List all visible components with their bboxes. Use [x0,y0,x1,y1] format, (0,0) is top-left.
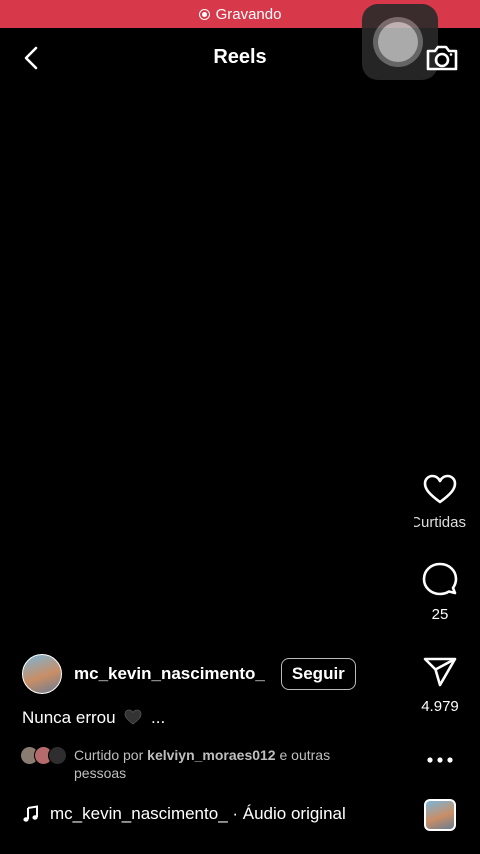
comments-count: 25 [431,606,449,623]
recording-label: Gravando [215,5,282,23]
liked-prefix: Curtido por [74,747,144,763]
liked-user[interactable]: kelviyn_moraes012 [147,747,275,763]
share-action[interactable]: 4.979 [400,656,480,715]
like-action[interactable]: Curtidas [400,474,480,531]
camera-icon[interactable] [424,42,460,74]
page-title: Reels [213,46,267,68]
more-options[interactable] [400,756,480,764]
more-icon[interactable] [425,756,455,764]
heart-icon[interactable] [423,474,457,504]
audio-thumbnail[interactable] [424,799,456,831]
liked-by-text: Curtido por kelviyn_moraes012 e outras p… [74,746,384,782]
comment-icon[interactable] [422,562,458,596]
audio-info[interactable]: mc_kevin_nascimento_ · Áudio original [22,804,346,824]
liked-avatars [20,746,74,765]
shares-count: 4.979 [421,698,459,715]
share-icon[interactable] [423,656,457,688]
post-author: mc_kevin_nascimento_ Seguir [22,654,356,694]
record-icon [198,8,210,20]
author-username[interactable]: mc_kevin_nascimento_ [74,664,265,684]
likes-label: Curtidas [414,514,466,531]
post-caption[interactable]: Nunca errou ... [22,708,165,728]
black-heart-icon [124,709,142,725]
caption-text: Nunca errou [22,708,116,727]
audio-label: mc_kevin_nascimento_ · Áudio original [50,804,346,823]
music-note-icon [23,805,38,822]
caption-more[interactable]: ... [151,708,165,727]
avatar[interactable] [22,654,62,694]
avatar [48,746,67,765]
follow-button[interactable]: Seguir [280,658,356,690]
comment-action[interactable]: 25 [400,562,480,623]
liked-by[interactable]: Curtido por kelviyn_moraes012 e outras p… [20,746,384,782]
